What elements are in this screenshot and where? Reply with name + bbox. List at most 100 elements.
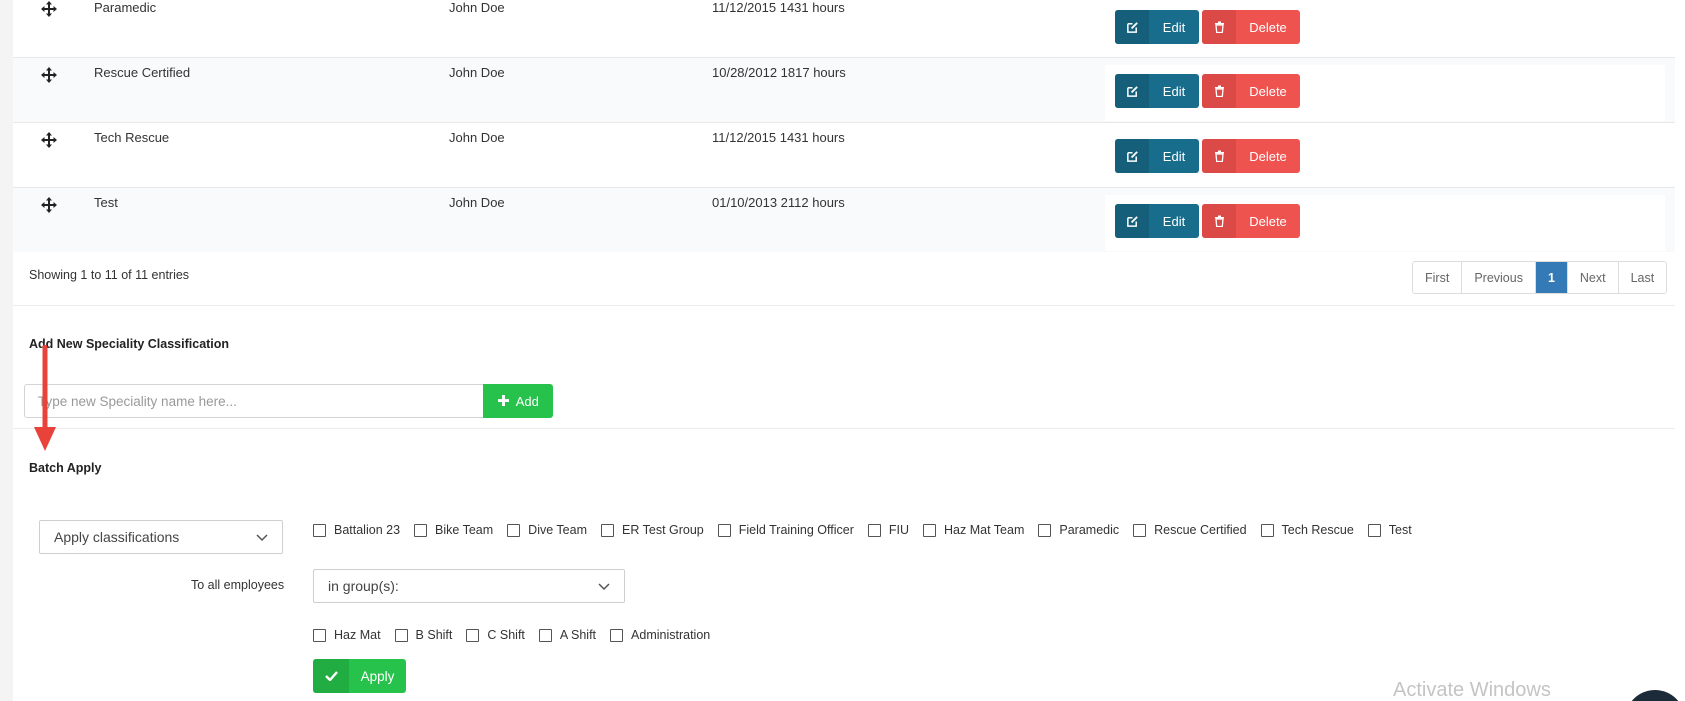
classification-checkbox[interactable]: Test [1367, 523, 1412, 537]
checkbox-box[interactable] [1133, 523, 1147, 537]
classification-checkbox[interactable]: Battalion 23 [313, 523, 400, 537]
checkbox-label: C Shift [487, 628, 525, 642]
group-select-value: in group(s): [328, 578, 399, 594]
checkbox-label: ER Test Group [622, 523, 704, 537]
checkbox-box[interactable] [601, 523, 614, 537]
edit-label: Edit [1162, 213, 1186, 229]
classification-checkbox[interactable]: Haz Mat Team [923, 523, 1024, 537]
checkbox-box[interactable] [1038, 523, 1052, 537]
classification-checkbox[interactable]: Field Training Officer [717, 523, 854, 537]
apply-button[interactable]: Apply [313, 659, 406, 693]
row-actions: Edit Delete [1105, 195, 1665, 251]
delete-label: Delete [1249, 83, 1287, 99]
checkbox-box[interactable] [414, 523, 428, 537]
group-checkbox[interactable]: Haz Mat [313, 628, 381, 642]
edit-icon [1115, 74, 1149, 108]
checkbox-label: Dive Team [528, 523, 587, 537]
checkbox-label: Field Training Officer [738, 523, 854, 537]
checkbox-label: B Shift [415, 628, 453, 642]
checkbox-label: Paramedic [1059, 523, 1120, 537]
edit-button[interactable]: Edit [1115, 10, 1199, 44]
add-label: Add [515, 393, 539, 409]
edit-button[interactable]: Edit [1115, 74, 1199, 108]
row-actions: Edit Delete [1105, 0, 1665, 49]
row-user: John Doe [449, 130, 505, 145]
table-row: Rescue Certified John Doe 10/28/2012 181… [13, 58, 1675, 123]
divider [13, 305, 1675, 306]
page-last[interactable]: Last [1618, 262, 1667, 293]
delete-button[interactable]: Delete [1202, 74, 1300, 108]
page-first[interactable]: First [1413, 262, 1463, 293]
delete-button[interactable]: Delete [1202, 204, 1300, 238]
checkbox-box[interactable] [466, 628, 480, 642]
checkbox-box[interactable] [507, 523, 521, 537]
classification-checkbox[interactable]: FIU [867, 523, 910, 537]
delete-label: Delete [1249, 19, 1287, 35]
drag-handle-icon[interactable] [40, 131, 58, 149]
row-actions: Edit Delete [1105, 130, 1665, 186]
activate-windows-watermark: Activate Windows [1393, 679, 1551, 701]
checkbox-box[interactable] [867, 523, 881, 537]
drag-handle-icon[interactable] [40, 66, 58, 84]
edit-label: Edit [1162, 19, 1186, 35]
checkbox-box[interactable] [538, 628, 552, 642]
classification-checkbox[interactable]: Tech Rescue [1260, 523, 1354, 537]
batch-section-title: Batch Apply [29, 461, 102, 475]
chevron-down-icon [598, 578, 610, 594]
checkbox-box[interactable] [717, 523, 731, 537]
row-user: John Doe [449, 195, 505, 210]
checkbox-box[interactable] [394, 628, 408, 642]
row-name: Test [94, 195, 118, 210]
checkbox-box[interactable] [313, 523, 326, 537]
classification-checkbox[interactable]: ER Test Group [601, 523, 704, 537]
group-checkbox[interactable]: Administration [610, 628, 710, 642]
speciality-name-input[interactable] [24, 384, 484, 418]
page-next[interactable]: Next [1567, 262, 1619, 293]
drag-handle-icon[interactable] [40, 196, 58, 214]
row-actions: Edit Delete [1105, 65, 1665, 121]
delete-label: Delete [1249, 148, 1287, 164]
group-checkbox[interactable]: B Shift [394, 628, 453, 642]
checkbox-box[interactable] [1367, 523, 1381, 537]
checkbox-label: Battalion 23 [334, 523, 401, 537]
table-row: Test John Doe 01/10/2013 2112 hours Edit… [13, 188, 1675, 252]
edit-icon [1115, 204, 1149, 238]
apply-label: Apply [360, 668, 395, 684]
checkbox-label: Tech Rescue [1281, 523, 1354, 537]
add-button[interactable]: ✚ Add [483, 384, 553, 418]
chevron-down-icon [256, 529, 268, 545]
classification-checkbox[interactable]: Bike Team [414, 523, 493, 537]
group-checkbox[interactable]: A Shift [538, 628, 597, 642]
drag-handle-icon[interactable] [40, 0, 58, 18]
group-checkbox[interactable]: C Shift [466, 628, 525, 642]
trash-icon [1202, 204, 1236, 238]
to-all-employees-label: To all employees [191, 578, 285, 592]
page-previous[interactable]: Previous [1462, 262, 1536, 293]
edit-button[interactable]: Edit [1115, 204, 1199, 238]
row-name: Paramedic [94, 0, 157, 15]
delete-button[interactable]: Delete [1202, 10, 1300, 44]
plus-icon: ✚ [497, 393, 510, 410]
group-checkboxes: Haz Mat B Shift C Shift A Shift Administ… [313, 628, 724, 642]
delete-button[interactable]: Delete [1202, 139, 1300, 173]
edit-icon [1115, 139, 1149, 173]
checkbox-box[interactable] [610, 628, 624, 642]
checkbox-box[interactable] [1260, 523, 1274, 537]
page-current[interactable]: 1 [1535, 262, 1568, 293]
row-name: Rescue Certified [94, 65, 191, 80]
row-date: 10/28/2012 1817 hours [712, 65, 846, 80]
classification-checkbox[interactable]: Rescue Certified [1133, 523, 1247, 537]
delete-label: Delete [1249, 213, 1287, 229]
group-select[interactable]: in group(s): [313, 569, 625, 603]
checkbox-box[interactable] [923, 523, 937, 537]
classification-checkbox[interactable]: Paramedic [1038, 523, 1119, 537]
check-icon [313, 659, 349, 693]
checkbox-label: Haz Mat Team [944, 523, 1025, 537]
classification-select[interactable]: Apply classifications [39, 520, 283, 554]
checkbox-label: A Shift [559, 628, 597, 642]
classification-checkbox[interactable]: Dive Team [507, 523, 587, 537]
checkbox-box[interactable] [313, 628, 326, 642]
checkbox-label: Rescue Certified [1154, 523, 1247, 537]
edit-button[interactable]: Edit [1115, 139, 1199, 173]
checkbox-label: FIU [888, 523, 910, 537]
